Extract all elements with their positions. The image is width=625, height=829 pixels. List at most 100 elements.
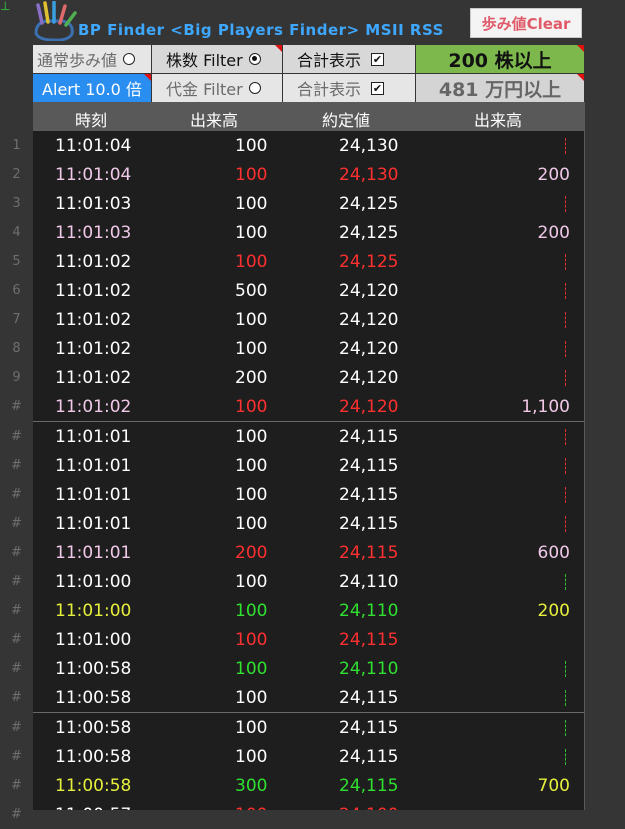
table-row[interactable]: 11:01:01 100 24,115 <box>33 509 584 538</box>
table-row[interactable]: 11:01:04 100 24,130 200 <box>33 160 584 189</box>
table-row[interactable]: 11:01:02 200 24,120 <box>33 363 584 392</box>
normal-mode-option[interactable]: 通常歩み値 <box>33 45 151 73</box>
table-row[interactable]: 11:01:02 100 24,120 <box>33 305 584 334</box>
share-threshold[interactable]: 200 株以上 <box>416 45 584 73</box>
cell-price: 24,115 <box>339 456 399 476</box>
table-row[interactable]: 11:01:02 100 24,125 <box>33 247 584 276</box>
cell-volume: 300 <box>235 776 268 796</box>
normal-mode-label: 通常歩み値 <box>37 51 118 70</box>
row-number: # <box>11 516 22 531</box>
cell-time: 11:00:58 <box>55 688 132 708</box>
trend-tick-mark <box>565 254 566 270</box>
cell-price: 24,115 <box>339 427 399 447</box>
table-row[interactable]: 11:00:57 100 24,100 <box>33 800 584 810</box>
alert-ratio[interactable]: Alert 10.0 倍 <box>33 74 151 102</box>
table-row[interactable]: 11:01:03 100 24,125 200 <box>33 218 584 247</box>
table-row[interactable]: 11:00:58 100 24,115 <box>33 683 584 712</box>
row-number: # <box>11 574 22 589</box>
comment-marker <box>577 45 584 52</box>
tick-data-grid: 11:01:04 100 24,130 11:01:04 100 24,130 200 11:… <box>33 131 584 810</box>
trend-tick-mark <box>565 429 566 445</box>
row-number: 7 <box>12 312 21 327</box>
table-row[interactable]: 11:01:01 200 24,115 600 <box>33 538 584 567</box>
row-number: 3 <box>12 196 21 211</box>
amount-filter-option[interactable]: 代金 Filter <box>152 74 282 102</box>
row-number: # <box>11 778 22 793</box>
sum-display-option-2[interactable]: 合計表示 ✔ <box>283 74 415 102</box>
table-row[interactable]: 11:01:01 100 24,115 <box>33 422 584 451</box>
cell-volume: 100 <box>235 339 268 359</box>
trend-tick-mark <box>565 341 566 357</box>
cell-price: 24,110 <box>339 659 399 679</box>
table-row[interactable]: 11:01:02 100 24,120 1,100 <box>33 392 584 421</box>
sum-display-option-1[interactable]: 合計表示 ✔ <box>283 45 415 73</box>
share-filter-option[interactable]: 株数 Filter <box>152 45 282 73</box>
table-row[interactable]: 11:01:01 100 24,115 <box>33 451 584 480</box>
table-row[interactable]: 11:01:03 100 24,125 <box>33 189 584 218</box>
share-filter-label: 株数 Filter <box>166 51 243 70</box>
sum-display-checkbox-2[interactable]: ✔ <box>371 81 385 95</box>
table-row[interactable]: 11:01:02 100 24,120 <box>33 334 584 363</box>
cell-price: 24,115 <box>339 630 399 650</box>
comment-marker <box>144 74 151 81</box>
trend-tick-mark <box>565 516 566 532</box>
table-row[interactable]: 11:01:02 500 24,120 <box>33 276 584 305</box>
cell-time: 11:00:58 <box>55 659 132 679</box>
alert-ratio-label: Alert 10.0 倍 <box>42 80 142 99</box>
table-row[interactable]: 11:00:58 100 24,115 <box>33 713 584 742</box>
cell-big-volume: 200 <box>537 165 570 185</box>
table-row[interactable]: 11:00:58 100 24,115 <box>33 742 584 771</box>
column-header-price: 約定値 <box>322 111 371 130</box>
cell-time: 11:01:02 <box>55 397 132 417</box>
hand-logo-icon <box>34 1 77 41</box>
cell-volume: 100 <box>235 747 268 767</box>
row-number-gutter: 1 2 3 4 5 6 7 8 9 # # # # # # # # # # # # # # # <box>0 131 33 822</box>
sum-display-checkbox-1[interactable]: ✔ <box>371 52 385 66</box>
table-row[interactable]: 11:01:00 100 24,115 <box>33 625 584 654</box>
cell-price: 24,115 <box>339 776 399 796</box>
cell-volume: 100 <box>235 310 268 330</box>
cell-time: 11:01:00 <box>55 630 132 650</box>
row-number: # <box>11 458 22 473</box>
table-row[interactable]: 11:01:04 100 24,130 <box>33 131 584 160</box>
amount-threshold-value: 481 万円以上 <box>438 78 562 101</box>
table-row[interactable]: 11:01:01 100 24,115 <box>33 480 584 509</box>
cell-volume: 100 <box>235 601 268 621</box>
table-row[interactable]: 11:00:58 300 24,115 700 <box>33 771 584 800</box>
cell-volume: 100 <box>235 514 268 534</box>
table-row[interactable]: 11:01:00 100 24,110 200 <box>33 596 584 625</box>
trend-tick-mark <box>565 690 566 706</box>
cell-price: 24,120 <box>339 339 399 359</box>
cell-volume: 100 <box>235 165 268 185</box>
cell-volume: 100 <box>235 630 268 650</box>
cell-time: 11:01:00 <box>55 601 132 621</box>
cell-volume: 100 <box>235 572 268 592</box>
amount-filter-radio[interactable] <box>248 82 261 94</box>
amount-threshold[interactable]: 481 万円以上 <box>416 74 584 102</box>
cell-big-volume: 700 <box>537 776 570 796</box>
cell-time: 11:01:03 <box>55 194 132 214</box>
sheet-corner-icon: ⊥ <box>0 0 11 13</box>
column-header-volume: 出来高 <box>190 111 239 130</box>
cell-price: 24,120 <box>339 310 399 330</box>
share-filter-radio[interactable] <box>248 53 261 65</box>
app-title: BP Finder <Big Players Finder> MSII RSS <box>78 21 444 39</box>
cell-time: 11:01:01 <box>55 514 132 534</box>
trend-tick-mark <box>565 458 566 474</box>
row-number: # <box>11 690 22 705</box>
column-header-time: 時刻 <box>75 111 108 130</box>
trend-tick-mark <box>565 283 566 299</box>
row-number: 9 <box>12 370 21 385</box>
row-number: 4 <box>12 225 21 240</box>
table-row[interactable]: 11:00:58 100 24,110 <box>33 654 584 683</box>
trend-tick-mark <box>565 749 566 765</box>
cell-price: 24,115 <box>339 718 399 738</box>
cell-time: 11:01:02 <box>55 252 132 272</box>
trend-tick-mark <box>565 370 566 386</box>
normal-mode-radio[interactable] <box>123 53 136 65</box>
clear-button[interactable]: 歩み値Clear <box>470 8 582 38</box>
cell-big-volume: 600 <box>537 543 570 563</box>
table-row[interactable]: 11:01:00 100 24,110 <box>33 567 584 596</box>
row-number: # <box>11 429 22 444</box>
cell-time: 11:01:01 <box>55 427 132 447</box>
